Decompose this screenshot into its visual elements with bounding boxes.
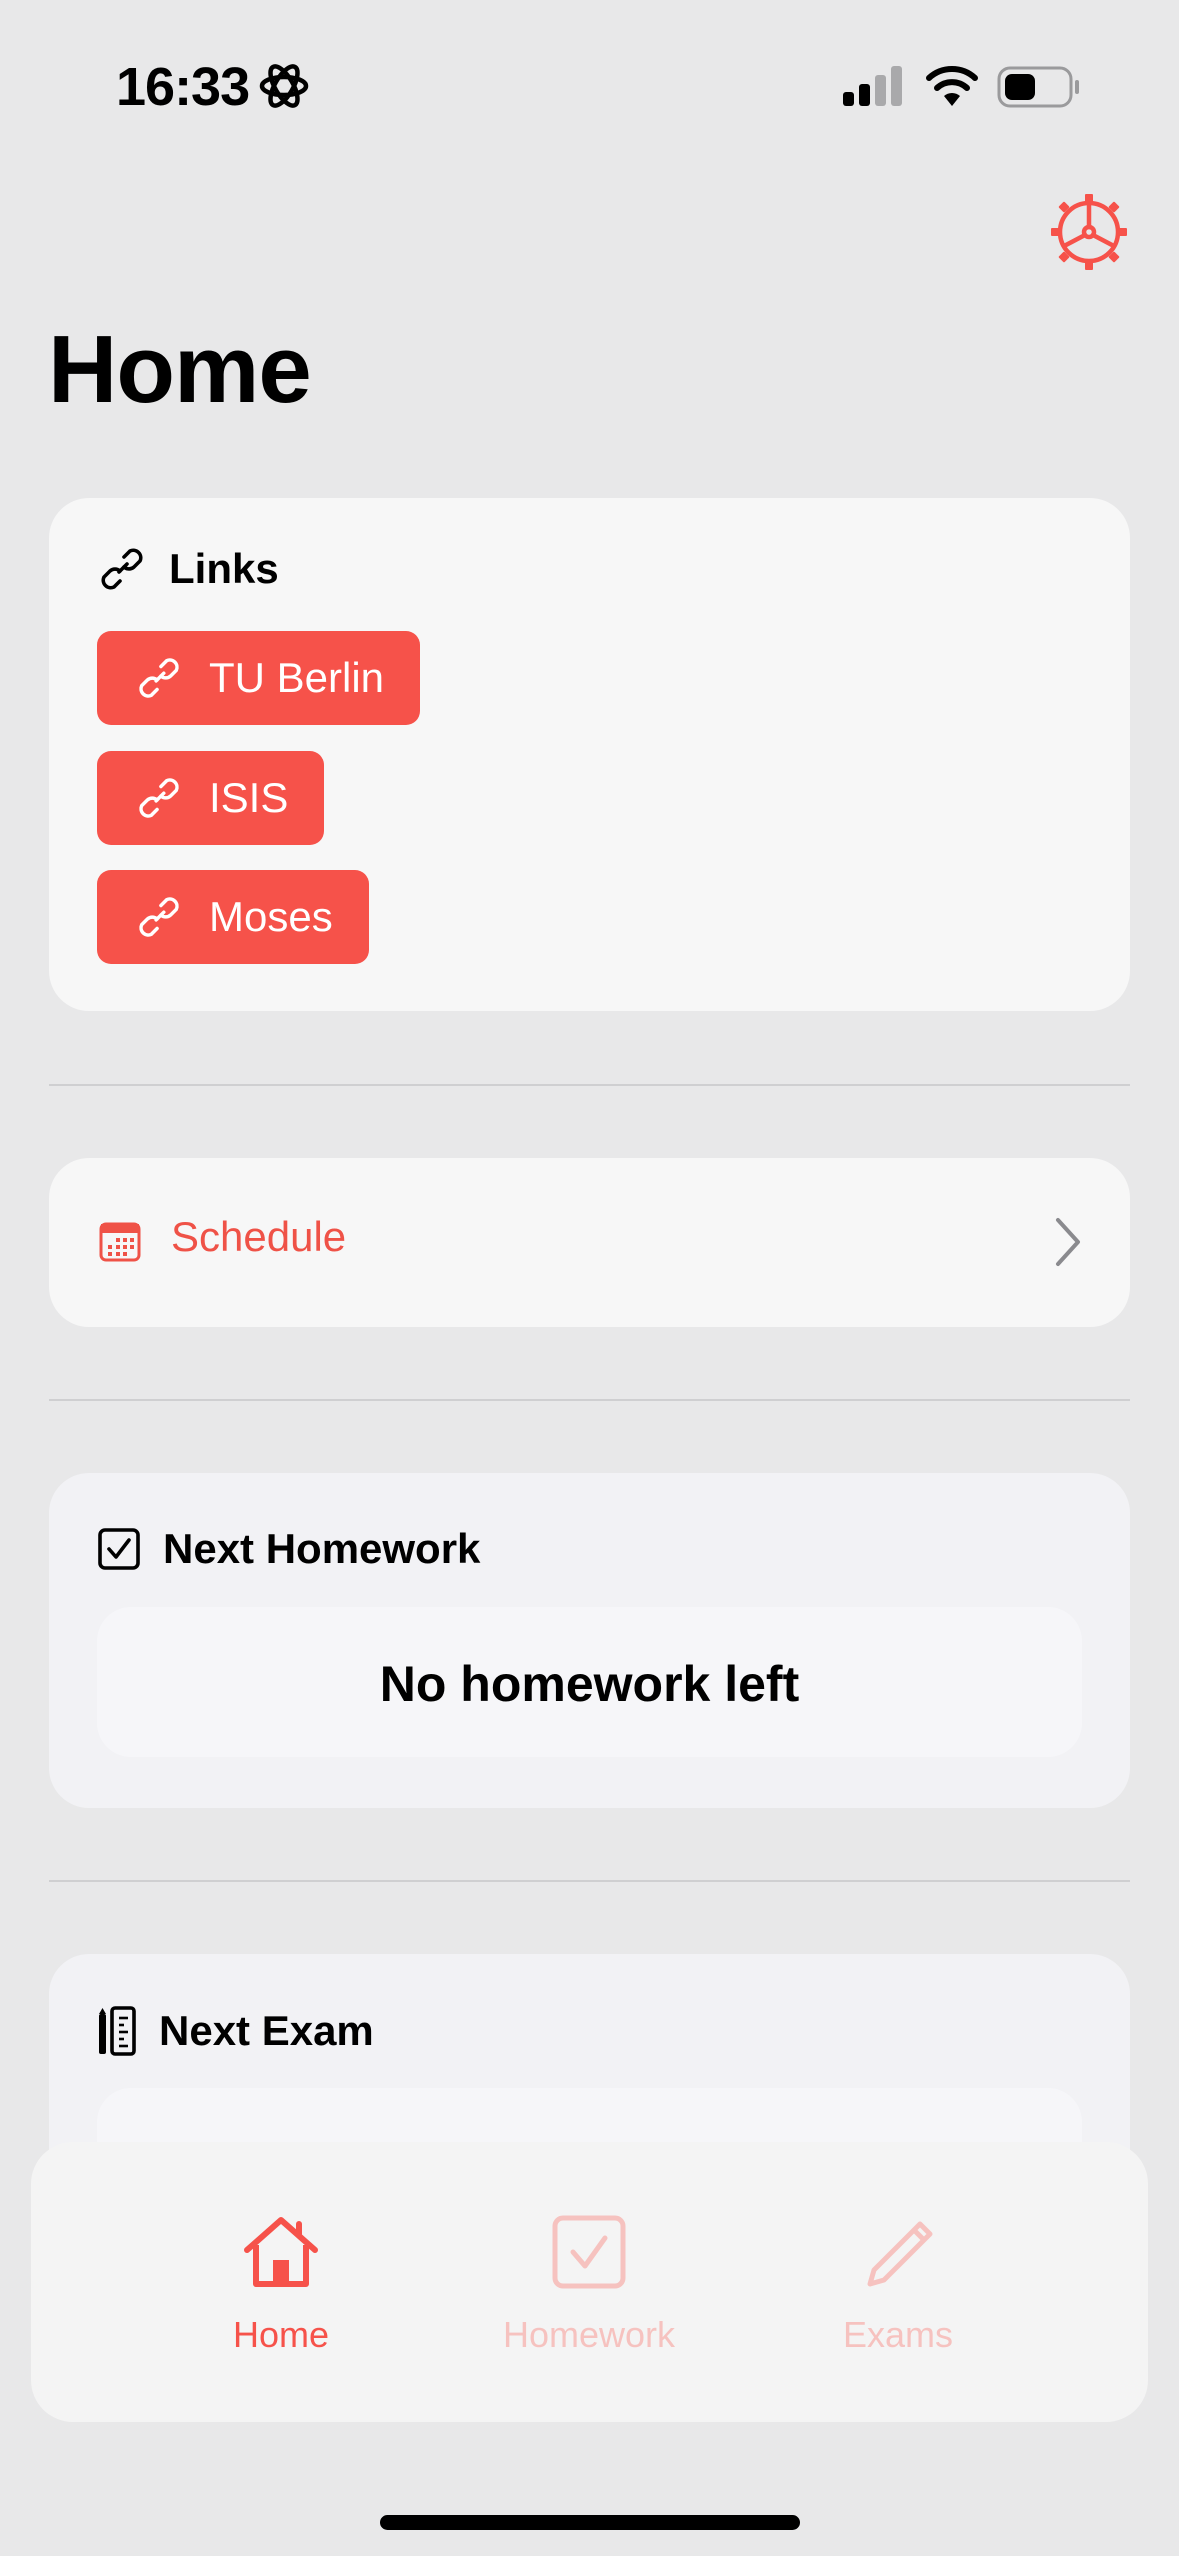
links-header: Links	[97, 544, 279, 594]
homework-empty-box: No homework left	[97, 1607, 1082, 1757]
tab-label: Exams	[842, 2314, 954, 2355]
checkbox-icon	[552, 2215, 626, 2289]
status-time: 16:33	[116, 57, 250, 117]
exam-header: Next Exam	[97, 2006, 374, 2056]
house-icon	[244, 2217, 318, 2287]
pencil-and-ruler-icon	[99, 2006, 136, 2056]
exam-title: Next Exam	[159, 2007, 374, 2054]
link-button-isis[interactable]: ISIS	[97, 751, 325, 845]
tab-exams[interactable]: Exams	[788, 2142, 1008, 2422]
battery-icon	[997, 66, 1079, 108]
link-label: ISIS	[209, 774, 289, 821]
link-label: TU Berlin	[209, 654, 385, 701]
divider	[49, 1084, 1130, 1086]
cellular-signal-icon	[843, 66, 902, 106]
divider	[49, 1880, 1130, 1882]
link-button-tu-berlin[interactable]: TU Berlin	[97, 631, 421, 725]
tab-bar: Home Homework Exams	[31, 2142, 1148, 2422]
homework-empty-text: No homework left	[379, 1656, 800, 1712]
homework-header: Next Homework	[97, 1525, 480, 1573]
link-button-moses[interactable]: Moses	[97, 870, 369, 964]
pencil-icon	[867, 2221, 933, 2287]
link-icon	[139, 658, 179, 698]
tab-homework[interactable]: Homework	[479, 2142, 699, 2422]
focus-mode-icon	[259, 64, 309, 108]
tab-home[interactable]: Home	[171, 2142, 391, 2422]
home-indicator[interactable]	[380, 2515, 800, 2530]
divider	[49, 1399, 1130, 1401]
schedule-label: Schedule	[171, 1213, 347, 1260]
next-homework-card: Next Homework No homework left	[49, 1473, 1130, 1808]
link-label: Moses	[209, 893, 333, 940]
settings-gear-icon[interactable]	[1050, 193, 1128, 271]
links-card: Links TU Berlin ISIS Moses	[49, 498, 1130, 1011]
link-icon	[139, 897, 179, 937]
homework-title: Next Homework	[163, 1525, 481, 1572]
chevron-right-icon	[1056, 1218, 1080, 1266]
page-title: Home	[48, 316, 312, 423]
status-bar: 16:33	[0, 0, 1179, 170]
checkbox-icon	[98, 1528, 140, 1570]
calendar-icon	[99, 1222, 141, 1262]
tab-label: Homework	[502, 2314, 676, 2355]
link-icon	[139, 778, 179, 818]
tab-label: Home	[232, 2314, 330, 2355]
schedule-row[interactable]: Schedule	[49, 1158, 1130, 1327]
wifi-icon	[926, 66, 978, 106]
links-title: Links	[169, 545, 279, 592]
link-icon	[101, 548, 143, 590]
